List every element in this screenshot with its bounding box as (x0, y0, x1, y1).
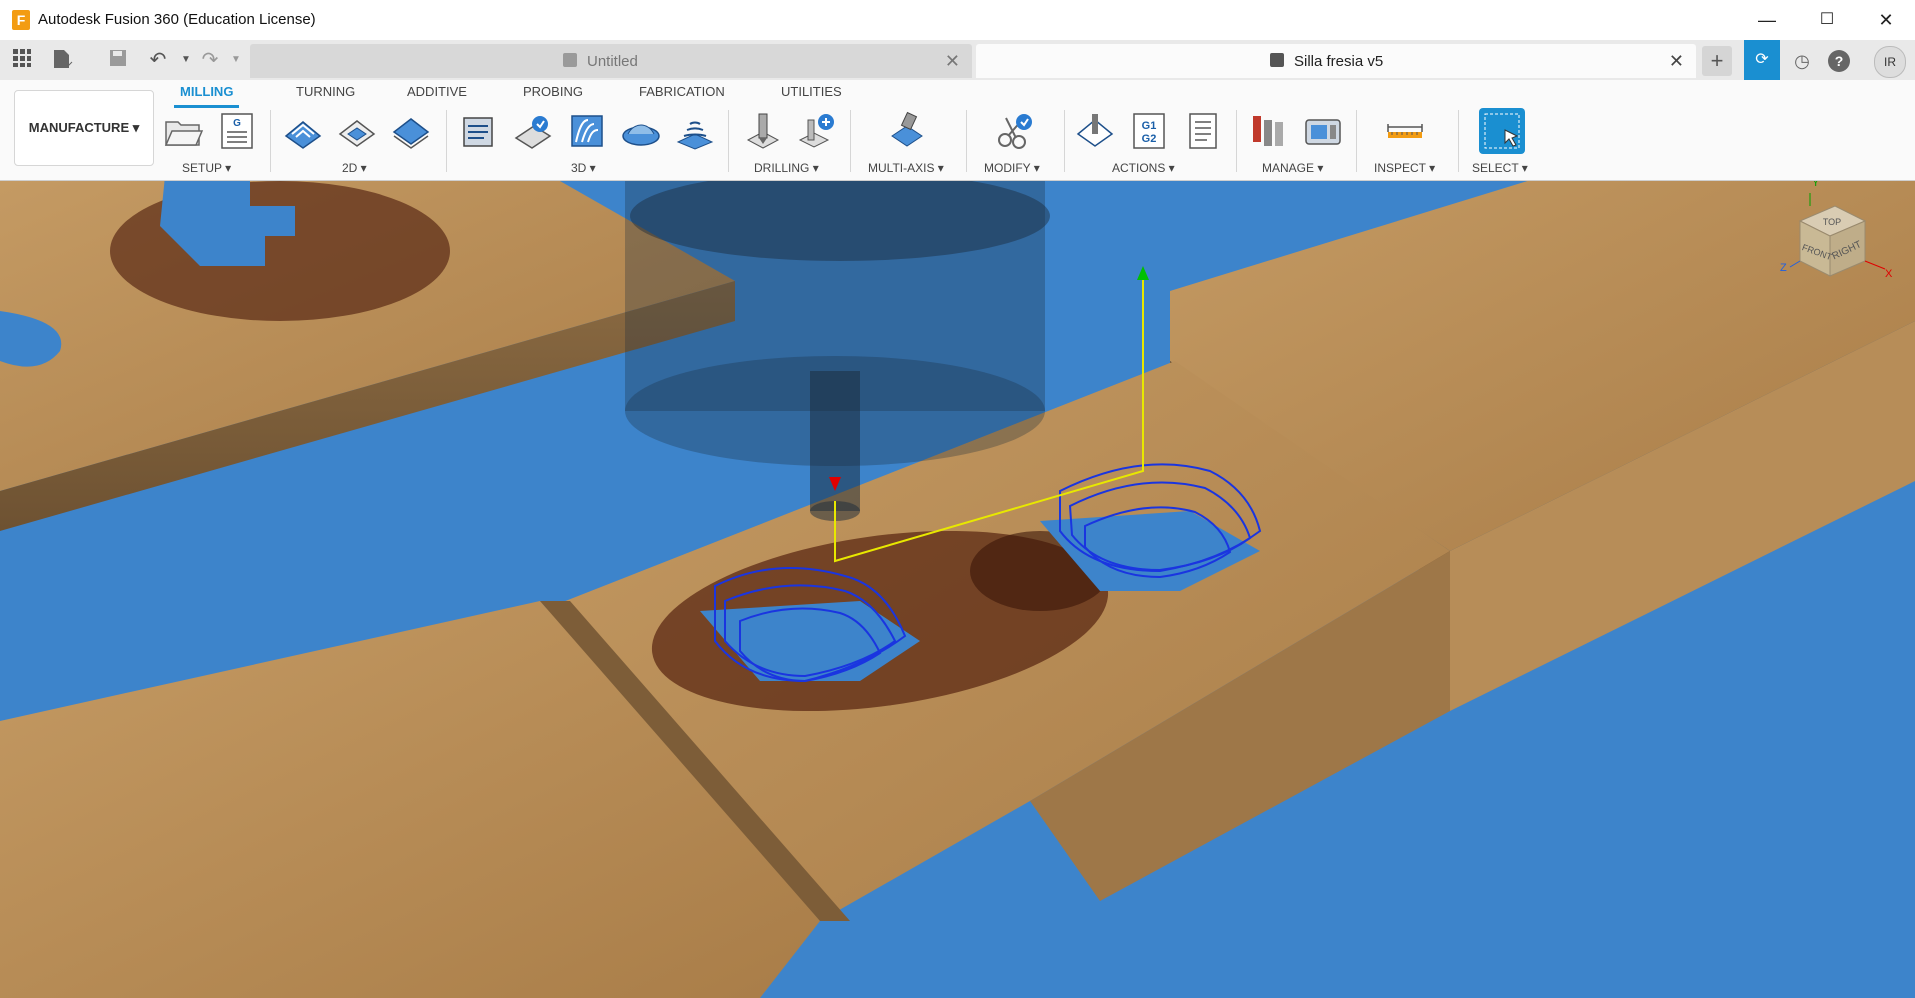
group-3d[interactable]: 3D ▾ (571, 161, 596, 175)
group-divider (728, 110, 729, 172)
measure-icon[interactable] (1384, 110, 1426, 152)
group-actions[interactable]: ACTIONS ▾ (1112, 161, 1175, 175)
tab-utilities[interactable]: UTILITIES (775, 84, 848, 105)
group-divider (966, 110, 967, 172)
save-icon[interactable] (106, 48, 130, 72)
close-tab-icon[interactable]: ✕ (945, 51, 960, 72)
modify-scissors-icon[interactable] (994, 110, 1036, 152)
fusion-logo-icon: F (12, 10, 30, 30)
document-cube-icon (1270, 53, 1284, 67)
workspace-switcher[interactable]: MANUFACTURE ▾ (14, 90, 154, 166)
minimize-button[interactable]: — (1744, 6, 1790, 34)
post-process-icon[interactable]: G1 G2 (1128, 110, 1170, 152)
grid-icon[interactable] (10, 48, 34, 72)
tab-probing[interactable]: PROBING (517, 84, 589, 105)
new-tab-icon[interactable]: + (1702, 46, 1732, 76)
window-title: Autodesk Fusion 360 (Education License) (38, 11, 316, 28)
g2-label: G2 (1142, 133, 1157, 145)
group-modify[interactable]: MODIFY ▾ (984, 161, 1040, 175)
select-icon[interactable] (1479, 108, 1525, 154)
group-divider (850, 110, 851, 172)
toolbar-ribbon: MANUFACTURE ▾ MILLING TURNING ADDITIVE P… (0, 80, 1915, 181)
group-divider (1458, 110, 1459, 172)
tab-additive[interactable]: ADDITIVE (401, 84, 473, 105)
scallop-icon[interactable] (674, 110, 716, 152)
undo-icon[interactable]: ↶ (146, 48, 170, 72)
title-bar: F Autodesk Fusion 360 (Education License… (0, 0, 1915, 41)
clock-icon[interactable]: ◷ (1787, 46, 1817, 76)
redo-dropdown-icon[interactable]: ▼ (224, 48, 248, 72)
axis-x-label: X (1885, 268, 1893, 280)
redo-icon[interactable]: ↷ (198, 48, 222, 72)
parallel-icon[interactable] (620, 110, 662, 152)
group-manage[interactable]: MANAGE ▾ (1262, 161, 1323, 175)
group-drilling[interactable]: DRILLING ▾ (754, 161, 819, 175)
3d-pocket-icon[interactable] (512, 110, 554, 152)
axis-y-label: Y (1812, 181, 1820, 189)
group-setup[interactable]: SETUP ▾ (182, 161, 231, 175)
group-multi-axis[interactable]: MULTI-AXIS ▾ (868, 161, 944, 175)
tab-bar: ↶ ▼ ↷ ▼ Untitled ✕ Silla fresia v5 ✕ + ⟳… (0, 40, 1915, 80)
undo-dropdown-icon[interactable]: ▼ (174, 48, 198, 72)
3d-viewport[interactable]: TOP FRONT RIGHT Y X Z (0, 181, 1915, 998)
setup-folder-icon[interactable] (162, 110, 204, 152)
g1-label: G1 (1142, 120, 1157, 132)
tool-library-icon[interactable] (1248, 110, 1290, 152)
3d-adaptive-icon[interactable] (458, 110, 500, 152)
tab-milling[interactable]: MILLING (174, 84, 240, 108)
tab-fabrication[interactable]: FABRICATION (633, 84, 731, 105)
2d-adaptive-icon[interactable] (282, 110, 324, 152)
maximize-button[interactable]: ☐ (1804, 6, 1850, 34)
group-divider (1236, 110, 1237, 172)
group-divider (446, 110, 447, 172)
group-divider (1356, 110, 1357, 172)
tab-label: Untitled (587, 53, 638, 70)
job-status-icon[interactable]: ⟳ (1744, 40, 1780, 80)
drill-icon[interactable] (742, 110, 784, 152)
group-divider (1064, 110, 1065, 172)
2d-pocket-icon[interactable] (336, 110, 378, 152)
group-select[interactable]: SELECT ▾ (1472, 161, 1528, 175)
viewcube-top-label: TOP (1823, 217, 1841, 227)
tab-label: Silla fresia v5 (1294, 53, 1384, 70)
nc-program-icon[interactable]: G (216, 110, 258, 152)
group-inspect[interactable]: INSPECT ▾ (1374, 161, 1435, 175)
face-icon[interactable] (390, 110, 432, 152)
close-tab-icon[interactable]: ✕ (1669, 51, 1684, 72)
user-avatar[interactable]: IR (1874, 46, 1906, 78)
tab-silla-fresia[interactable]: Silla fresia v5 ✕ (976, 44, 1696, 78)
workspace-label: MANUFACTURE (28, 120, 130, 135)
group-2d[interactable]: 2D ▾ (342, 161, 367, 175)
tab-turning[interactable]: TURNING (290, 84, 361, 105)
hole-recognition-icon[interactable] (796, 110, 838, 152)
file-icon[interactable] (50, 48, 74, 72)
multi-axis-icon[interactable] (886, 110, 928, 152)
group-divider (270, 110, 271, 172)
machine-library-icon[interactable] (1302, 110, 1344, 152)
document-cube-icon (563, 53, 577, 67)
close-button[interactable]: ✕ (1863, 6, 1909, 34)
tab-untitled[interactable]: Untitled ✕ (250, 44, 972, 78)
simulate-icon[interactable] (1074, 110, 1116, 152)
axis-z-label: Z (1780, 262, 1787, 274)
help-icon[interactable]: ? (1828, 50, 1850, 72)
setup-g-label: G (233, 118, 241, 129)
contour-icon[interactable] (566, 110, 608, 152)
model-canvas[interactable]: TOP FRONT RIGHT Y X Z (0, 181, 1915, 998)
setup-sheet-icon[interactable] (1182, 110, 1224, 152)
